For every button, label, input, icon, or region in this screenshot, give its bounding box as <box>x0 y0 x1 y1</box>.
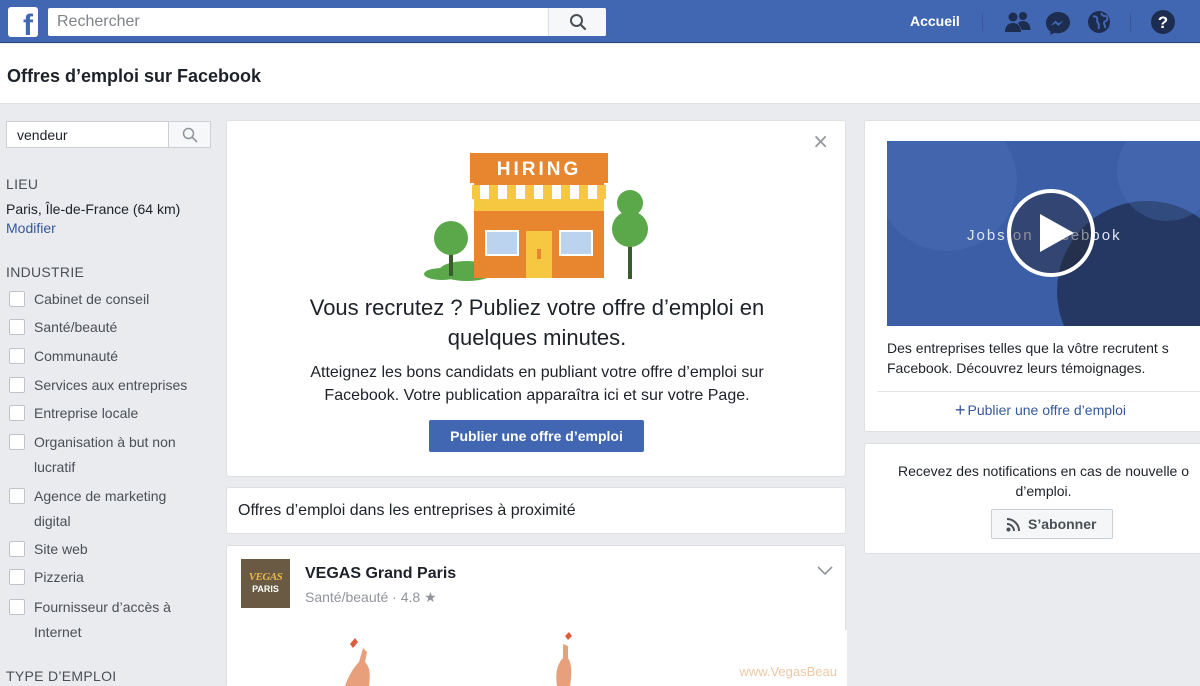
job-search-input[interactable] <box>7 122 167 147</box>
industry-label: Pizzeria <box>34 569 84 585</box>
search-icon <box>570 14 587 31</box>
post-job-link[interactable]: + Publier une offre d’emploi <box>955 399 1126 420</box>
business-avatar[interactable]: VEGAS PARIS <box>241 559 290 608</box>
industry-label: Communauté <box>34 348 119 364</box>
rss-icon <box>1006 518 1020 532</box>
top-navigation-bar: f Accueil ? <box>0 0 1200 43</box>
job-post-card: VEGAS PARIS VEGAS Grand Paris Santé/beau… <box>226 545 847 686</box>
checkbox[interactable] <box>9 488 25 504</box>
checkbox[interactable] <box>9 291 25 307</box>
job-type-heading: TYPE D’EMPLOI <box>6 668 117 684</box>
notifications-text: Recevez des notifications en cas de nouv… <box>897 463 1190 499</box>
checkbox[interactable] <box>9 405 25 421</box>
hiring-sign-text: HIRING <box>497 159 582 180</box>
help-icon[interactable]: ? <box>1150 9 1176 35</box>
globe-icon[interactable] <box>1087 10 1111 34</box>
industry-checkbox-row[interactable]: Site web <box>9 537 209 562</box>
global-search-input[interactable] <box>48 8 548 36</box>
industry-label: Entreprise locale <box>34 405 139 421</box>
industry-label: Cabinet de conseil <box>34 291 150 307</box>
business-name[interactable]: VEGAS Grand Paris <box>305 565 456 583</box>
checkbox[interactable] <box>9 348 25 364</box>
job-search-button[interactable] <box>168 122 210 147</box>
post-job-button[interactable]: Publier une offre d’emploi <box>429 420 644 452</box>
hiring-promo-card: × HIRING Vous recrutez ? Publiez votre o… <box>226 120 846 477</box>
hiring-subtitle: Atteignez les bons candidats en publiant… <box>310 364 764 404</box>
industry-checkbox-row[interactable]: Fournisseur d’accès à Internet <box>9 595 199 645</box>
industry-label: Santé/beauté <box>34 319 118 335</box>
image-watermark: www.VegasBeau <box>739 664 837 679</box>
nav-divider <box>1130 13 1131 31</box>
checkbox[interactable] <box>9 377 25 393</box>
industry-label: Services aux entreprises <box>34 377 188 393</box>
global-search-button[interactable] <box>548 8 606 36</box>
checkbox[interactable] <box>9 434 25 450</box>
facebook-logo-icon[interactable]: f <box>8 7 38 37</box>
checkbox[interactable] <box>9 569 25 585</box>
logo-letter: f <box>23 9 33 38</box>
checkbox[interactable] <box>9 541 25 557</box>
play-icon <box>1040 214 1074 252</box>
industry-label: Agence de marketing digital <box>34 488 167 529</box>
search-icon <box>182 127 198 143</box>
plus-icon: + <box>955 400 966 420</box>
industry-label: Site web <box>34 541 88 557</box>
job-notifications-card: Recevez des notifications en cas de nouv… <box>864 443 1200 554</box>
job-search <box>6 121 211 148</box>
industry-checkbox-row[interactable]: Cabinet de conseil <box>9 287 209 312</box>
industry-checkbox-row[interactable]: Agence de marketing digital <box>9 484 199 534</box>
svg-text:?: ? <box>1158 13 1168 32</box>
page-title: Offres d’emploi sur Facebook <box>7 66 262 86</box>
testimonial-video-card: Jobs on Facebook Des entreprises telles … <box>864 120 1200 432</box>
industry-heading: INDUSTRIE <box>6 264 85 280</box>
industry-label: Fournisseur d’accès à Internet <box>34 599 171 640</box>
post-job-link-label: Publier une offre d’emploi <box>967 402 1127 418</box>
industry-checkbox-row[interactable]: Organisation à but non lucratif <box>9 430 199 480</box>
location-heading: LIEU <box>6 176 39 192</box>
nearby-jobs-header: Offres d’emploi dans les entreprises à p… <box>226 487 846 534</box>
business-meta: Santé/beauté · 4.8 ★ <box>305 589 437 605</box>
industry-checkbox-row[interactable]: Pizzeria <box>9 565 209 590</box>
checkbox[interactable] <box>9 319 25 335</box>
location-edit-link[interactable]: Modifier <box>6 220 56 236</box>
industry-checkbox-row[interactable]: Entreprise locale <box>9 401 209 426</box>
industry-checkbox-row[interactable]: Services aux entreprises <box>9 373 209 398</box>
close-icon[interactable]: × <box>812 131 829 151</box>
nearby-jobs-title: Offres d’emploi dans les entreprises à p… <box>238 502 576 519</box>
location-value: Paris, Île-de-France (64 km) <box>6 201 181 217</box>
subscribe-label: S’abonner <box>1028 516 1097 532</box>
subscribe-button[interactable]: S’abonner <box>991 509 1113 539</box>
friends-icon[interactable] <box>1004 11 1032 33</box>
home-link[interactable]: Accueil <box>910 13 960 29</box>
play-button[interactable] <box>1007 189 1095 277</box>
hiring-title: Vous recrutez ? Publiez votre offre d’em… <box>309 295 765 350</box>
industry-label: Organisation à but non lucratif <box>34 434 176 475</box>
messenger-icon[interactable] <box>1045 11 1071 35</box>
location-filter: Paris, Île-de-France (64 km) Modifier <box>6 200 196 238</box>
industry-checkbox-row[interactable]: Santé/beauté <box>9 315 209 340</box>
nav-divider <box>982 13 983 31</box>
storefront-illustration: HIRING <box>424 153 654 281</box>
divider <box>877 391 1200 392</box>
video-description: Des entreprises telles que la vôtre recr… <box>887 340 1169 376</box>
post-image[interactable]: www.VegasBeau <box>227 630 847 686</box>
video-player[interactable]: Jobs on Facebook <box>887 141 1200 326</box>
chevron-down-icon[interactable] <box>817 566 833 576</box>
page-header: Offres d’emploi sur Facebook <box>0 44 1200 104</box>
industry-checkbox-row[interactable]: Communauté <box>9 344 209 369</box>
checkbox[interactable] <box>9 599 25 615</box>
global-search <box>48 8 606 36</box>
avatar-logo-line1: VEGAS <box>248 571 283 583</box>
avatar-logo-line2: PARIS <box>252 584 279 594</box>
